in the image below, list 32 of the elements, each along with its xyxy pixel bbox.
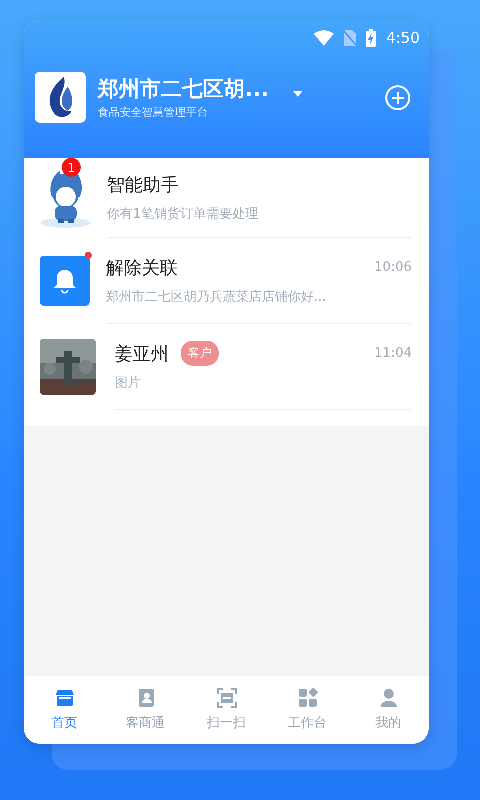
battery-charging-icon <box>366 29 376 47</box>
message-preview: 郑州市二七区胡乃兵蔬菜店店铺你好... <box>106 288 328 306</box>
store-title: 郑州市二七区胡... <box>98 76 269 103</box>
nav-tab[interactable]: 我的 <box>348 676 429 744</box>
grid-icon <box>298 688 318 708</box>
message-preview: 你有1笔销货订单需要处理 <box>107 206 260 222</box>
store-icon <box>54 688 74 708</box>
nav-tab[interactable]: 客商通 <box>105 676 186 744</box>
message-preview: 图片 <box>115 375 142 392</box>
nav-tab[interactable]: 扫一扫 <box>186 676 267 744</box>
flame-logo-icon <box>35 72 86 123</box>
status-time: 4:50 <box>386 29 420 47</box>
unread-count-badge: 1 <box>62 158 81 177</box>
scan-icon <box>216 688 236 708</box>
platform-subtitle: 食品安全智慧管理平台 <box>98 105 209 120</box>
dropdown-caret-icon[interactable] <box>292 90 303 96</box>
message-row[interactable]: 姜亚州 客户 11:04 图片 <box>24 324 429 410</box>
add-icon[interactable] <box>385 84 411 110</box>
chat-name: 姜亚州 <box>115 342 169 366</box>
chat-name: 解除关联 <box>106 256 178 280</box>
nav-tab[interactable]: 首页 <box>24 676 105 744</box>
nav-tab[interactable]: 工作台 <box>267 676 348 744</box>
user-icon <box>378 688 398 708</box>
no-sim-icon <box>344 30 356 46</box>
customer-tag: 客户 <box>181 341 219 366</box>
message-row[interactable]: 1 智能助手 你有1笔销货订单需要处理 <box>24 158 429 238</box>
wifi-icon <box>314 30 334 46</box>
message-row[interactable]: 解除关联 10:06 郑州市二七区胡乃兵蔬菜店店铺你好... <box>24 238 429 324</box>
chat-name: 智能助手 <box>107 174 179 196</box>
message-time: 11:04 <box>374 346 412 361</box>
message-time: 10:06 <box>374 260 412 275</box>
bell-tile-icon <box>40 256 90 306</box>
